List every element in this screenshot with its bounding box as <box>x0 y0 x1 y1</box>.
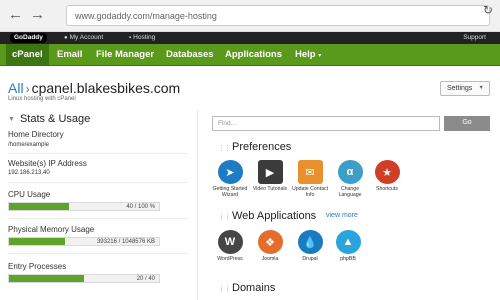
drag-handle-icon[interactable]: ⋮⋮ <box>218 213 231 221</box>
view-more-link[interactable]: view more <box>326 212 358 219</box>
search-input[interactable]: Find... <box>212 116 440 131</box>
menu-databases[interactable]: Databases <box>166 49 214 60</box>
wizard-icon: ➤ <box>217 160 243 184</box>
wordpress-icon: W <box>217 230 243 254</box>
reload-icon[interactable]: ↻ <box>483 3 493 17</box>
main-menu: cPanel Email File Manager Databases Appl… <box>0 44 500 66</box>
breadcrumb-all-link[interactable]: All <box>8 80 24 96</box>
phpbb-icon: ▲ <box>335 230 361 254</box>
star-icon: ★ <box>374 160 400 184</box>
tile-label: Shortcuts <box>376 186 398 192</box>
contact-info-icon: ✉ <box>297 160 323 184</box>
address-bar[interactable]: www.godaddy.com/manage-hosting <box>66 5 490 26</box>
entry-processes-fill <box>9 275 84 282</box>
column-divider <box>197 110 198 300</box>
hosting-link[interactable]: ▪ Hosting <box>129 34 155 41</box>
tile-label: WordPress <box>217 256 243 262</box>
divider <box>8 253 188 254</box>
tile-label: Update Contact Info <box>291 186 329 198</box>
menu-file-manager[interactable]: File Manager <box>96 49 154 60</box>
page-title: All › cpanel.blakesbikes.com <box>8 80 180 96</box>
account-bar: GoDaddy ● My Account ▪ Hosting Support <box>0 32 500 44</box>
tile-wordpress[interactable]: W WordPress <box>210 230 250 262</box>
drag-handle-icon[interactable]: ⋮⋮ <box>218 285 231 293</box>
page-subtitle: Linux hosting with cPanel <box>8 96 76 102</box>
tile-label: Change Language <box>338 186 362 198</box>
tile-video-tutorials[interactable]: ▶ Video Tutorials <box>250 160 290 192</box>
video-icon: ▶ <box>257 160 283 184</box>
tile-shortcuts[interactable]: ★ Shortcuts <box>367 160 407 192</box>
drupal-icon: 💧 <box>297 230 323 254</box>
my-account-label: My Account <box>69 34 104 41</box>
menu-cpanel[interactable]: cPanel <box>6 44 49 66</box>
memory-usage-bar: 393216 / 1048576 KB <box>8 237 160 246</box>
tile-label: Drupal <box>302 256 318 262</box>
home-directory-label: Home Directory <box>8 130 64 139</box>
web-applications-heading: Web Applications <box>232 210 317 222</box>
tile-update-contact-info[interactable]: ✉ Update Contact Info <box>290 160 330 198</box>
user-icon: ● <box>64 35 68 41</box>
settings-label: Settings <box>447 85 473 92</box>
menu-help-label: Help <box>295 49 316 60</box>
tile-change-language[interactable]: α Change Language <box>330 160 370 198</box>
menu-help[interactable]: Help ▾ <box>295 49 321 60</box>
cpu-usage-label: CPU Usage <box>8 190 51 199</box>
home-directory-value: /home/example <box>8 142 50 148</box>
entry-processes-bar: 20 / 40 <box>8 274 160 283</box>
chevron-right-icon: › <box>25 82 30 96</box>
stats-section-header[interactable]: ▼ Stats & Usage <box>8 113 90 125</box>
godaddy-logo[interactable]: GoDaddy <box>10 33 47 43</box>
tile-drupal[interactable]: 💧 Drupal <box>290 230 330 262</box>
tile-label: phpBB <box>340 256 356 262</box>
stats-title: Stats & Usage <box>19 113 91 125</box>
settings-dropdown[interactable]: Settings ▼ <box>440 81 490 96</box>
tile-label: Joomla <box>261 256 279 262</box>
menu-applications[interactable]: Applications <box>225 49 282 60</box>
tile-getting-started-wizard[interactable]: ➤ Getting Started Wizard <box>210 160 250 198</box>
collapse-icon: ▼ <box>8 116 15 123</box>
preferences-heading: Preferences <box>232 141 292 153</box>
cpu-usage-fill <box>9 203 69 210</box>
hosting-label: Hosting <box>133 34 156 41</box>
divider <box>8 182 188 183</box>
tile-label: Getting Started Wizard <box>212 186 248 198</box>
entry-processes-label: Entry Processes <box>8 262 67 271</box>
my-account-link[interactable]: ● My Account <box>64 34 103 41</box>
chevron-down-icon: ▼ <box>478 85 484 91</box>
divider <box>8 218 188 219</box>
ip-address-value: 192.186.213.40 <box>8 170 50 176</box>
tile-phpbb[interactable]: ▲ phpBB <box>328 230 368 262</box>
cpu-usage-bar: 40 / 100 % <box>8 202 160 211</box>
joomla-icon: ❖ <box>257 230 283 254</box>
entry-processes-value: 20 / 40 <box>136 276 155 282</box>
divider <box>8 153 188 154</box>
menu-email[interactable]: Email <box>57 49 82 60</box>
drag-handle-icon[interactable]: ⋮⋮ <box>218 144 231 152</box>
memory-usage-label: Physical Memory Usage <box>8 225 95 234</box>
server-icon: ▪ <box>129 35 132 41</box>
support-link[interactable]: Support <box>463 34 486 41</box>
cpu-usage-value: 40 / 100 % <box>126 204 155 210</box>
back-arrow-icon[interactable]: ← <box>8 7 23 23</box>
tile-label: Video Tutorials <box>252 186 288 192</box>
memory-usage-value: 393216 / 1048576 KB <box>96 239 155 245</box>
memory-usage-fill <box>9 238 66 245</box>
tile-joomla[interactable]: ❖ Joomla <box>250 230 290 262</box>
chevron-down-icon: ▾ <box>318 53 322 59</box>
host-name: cpanel.blakesbikes.com <box>31 80 181 96</box>
forward-arrow-icon[interactable]: → <box>30 7 45 23</box>
domains-heading: Domains <box>232 282 276 294</box>
go-button[interactable]: Go <box>444 116 490 131</box>
ip-address-label: Website(s) IP Address <box>8 159 87 168</box>
browser-toolbar: ← → www.godaddy.com/manage-hosting ↻ <box>0 0 500 32</box>
language-icon: α <box>337 160 363 184</box>
